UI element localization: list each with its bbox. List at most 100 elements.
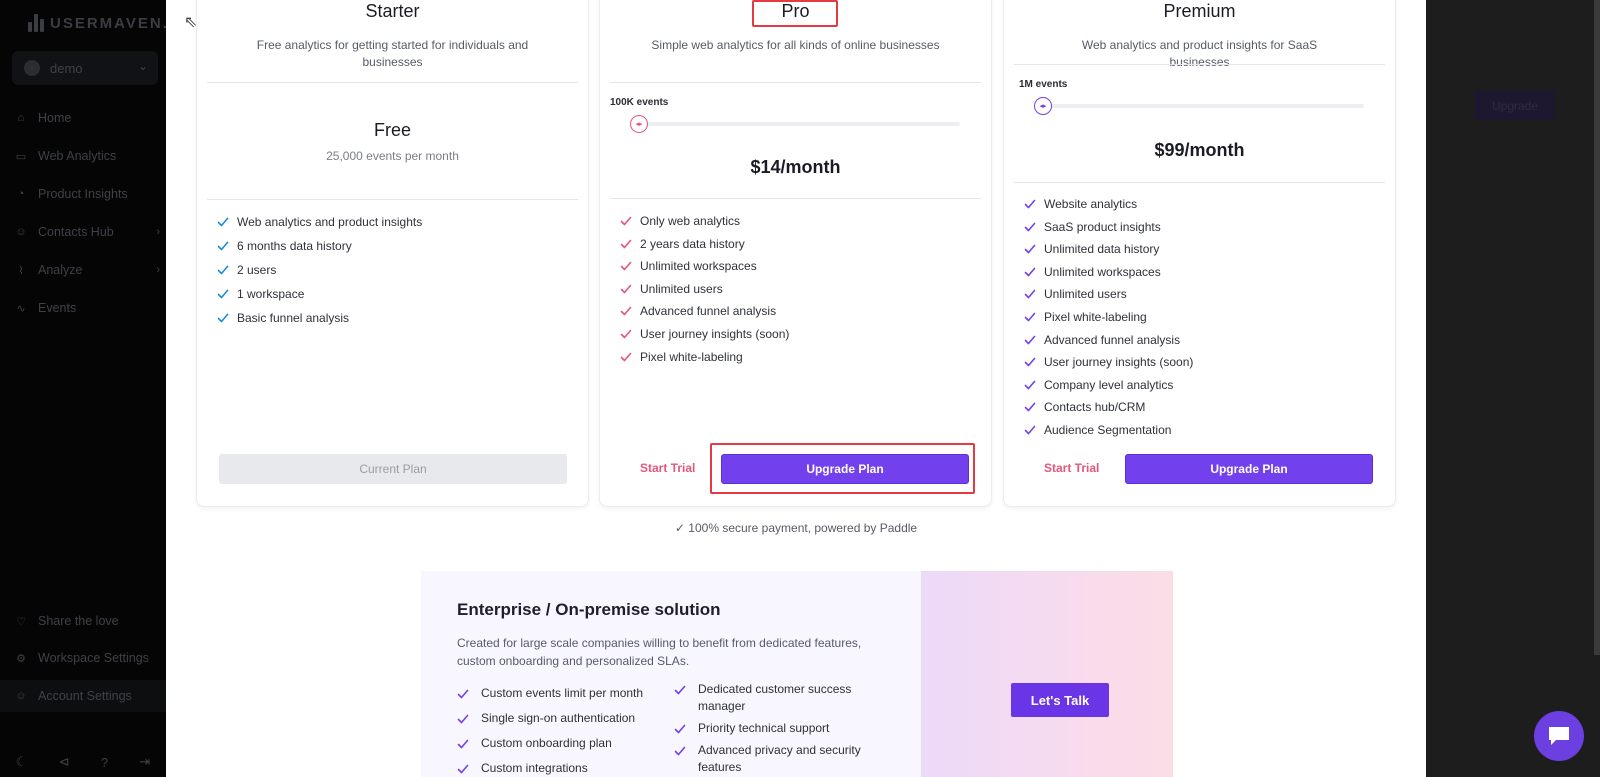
divider [207, 199, 578, 200]
feature-label: Unlimited workspaces [1044, 264, 1161, 279]
browser-icon: ▭ [15, 150, 27, 163]
sidebar-item-analyze[interactable]: ⌇ Analyze › [0, 254, 166, 286]
sidebar-item-account-settings[interactable]: ☺ Account Settings [0, 680, 166, 712]
upgrade-plan-button[interactable]: Upgrade Plan [1125, 454, 1373, 484]
events-label: 1M events [1019, 79, 1068, 90]
events-slider-thumb[interactable]: ◂▸ [1034, 97, 1052, 115]
feature-item: Basic funnel analysis [217, 311, 349, 325]
check-icon [1024, 379, 1036, 391]
feature-label: Unlimited data history [1044, 242, 1160, 257]
logo: USERMAVEN. [28, 14, 169, 32]
feature-item: Pixel white-labeling [620, 350, 743, 364]
home-icon: ⌂ [17, 112, 25, 124]
workspace-avatar [24, 60, 40, 76]
help-icon[interactable]: ? [101, 755, 108, 770]
feature-label: Website analytics [1044, 197, 1138, 211]
feature-label: Audience Segmentation [1044, 423, 1172, 437]
feature-label: Unlimited workspaces [640, 259, 757, 274]
check-icon [620, 260, 632, 272]
plan-events-note: 25,000 events per month [326, 149, 459, 163]
feature-label: 1 workspace [237, 287, 305, 301]
divider [1014, 182, 1385, 183]
sidebar-item-share-the-love[interactable]: ♡ Share the love [0, 605, 166, 637]
start-trial-link[interactable]: Start Trial [1044, 461, 1099, 475]
heart-icon: ♡ [16, 615, 26, 628]
check-icon [620, 328, 632, 340]
feature-label: User journey insights (soon) [640, 327, 790, 341]
check-icon [1024, 198, 1036, 210]
feature-label: SaaS product insights [1044, 219, 1161, 234]
feature-item: Web analytics and product insights [217, 215, 422, 229]
enterprise-title: Enterprise / On-premise solution [457, 600, 721, 619]
check-icon [674, 745, 686, 757]
sidebar-item-workspace-settings[interactable]: ⚙ Workspace Settings [0, 642, 166, 674]
events-slider-thumb[interactable]: ◂▸ [630, 115, 648, 133]
highlight-box-upgrade-button [710, 443, 975, 494]
divider [1014, 64, 1385, 65]
sidebar: USERMAVEN. demo ⌄ ⌂ Home ▭ Web Analytics… [0, 0, 169, 777]
check-icon [620, 351, 632, 363]
line-chart-icon: ⌇ [18, 264, 24, 277]
pricing-modal: Starter Free analytics for getting start… [166, 0, 1426, 777]
gear-icon: ⚙ [16, 652, 26, 665]
check-icon [1024, 401, 1036, 413]
plan-card-starter: Starter Free analytics for getting start… [196, 0, 589, 507]
check-icon [217, 240, 229, 252]
enterprise-gradient [921, 571, 1173, 777]
workspace-selector[interactable]: demo ⌄ [12, 51, 158, 85]
check-icon [620, 238, 632, 250]
sidebar-item-label: Analyze [38, 263, 83, 277]
check-icon [457, 738, 469, 750]
logout-icon[interactable]: ⇥ [139, 754, 150, 770]
feature-item: Only web analytics [620, 214, 740, 228]
sidebar-item-label: Workspace Settings [38, 651, 149, 665]
sidebar-item-label: Account Settings [38, 689, 132, 703]
start-trial-link[interactable]: Start Trial [640, 461, 695, 475]
events-label: 100K events [610, 97, 669, 108]
sidebar-item-events[interactable]: ∿ Events [0, 292, 166, 324]
divider [610, 198, 981, 199]
sidebar-item-product-insights[interactable]: ◔ Product Insights [0, 178, 166, 210]
moon-icon[interactable]: ☾ [16, 754, 28, 770]
feature-label: 6 months data history [237, 239, 352, 253]
feature-item: SaaS product insights [1024, 220, 1161, 234]
enterprise-description: Created for large scale companies willin… [457, 636, 862, 668]
sidebar-item-label: Share the love [38, 614, 119, 628]
sidebar-item-contacts-hub[interactable]: ☺ Contacts Hub › [0, 216, 166, 248]
feature-item: 1 workspace [217, 287, 304, 301]
divider [207, 82, 578, 83]
check-icon [1024, 334, 1036, 346]
events-slider-track[interactable] [630, 122, 960, 126]
user-icon: ☺ [15, 226, 27, 238]
chevron-right-icon: › [156, 264, 160, 276]
feature-label: Unlimited users [1044, 287, 1127, 302]
check-icon [1024, 243, 1036, 255]
events-slider-track[interactable] [1034, 104, 1364, 108]
logo-mark-icon [28, 14, 44, 32]
sidebar-item-label: Events [38, 301, 77, 315]
sidebar-item-web-analytics[interactable]: ▭ Web Analytics [0, 140, 166, 172]
feature-label: Pixel white-labeling [1044, 310, 1147, 324]
feature-item: Contacts hub/CRM [1024, 400, 1145, 414]
feature-item: User journey insights (soon) [620, 327, 789, 341]
sidebar-item-label: Home [38, 111, 72, 125]
plan-card-premium: Premium Web analytics and product insigh… [1003, 0, 1396, 507]
feature-item: User journey insights (soon) [1024, 355, 1193, 369]
feature-label: 2 years data history [640, 236, 745, 251]
plan-price: Free [373, 120, 411, 140]
feature-label: Contacts hub/CRM [1044, 400, 1146, 415]
scrollbar[interactable] [1594, 0, 1600, 655]
highlight-box-pro-title [752, 0, 838, 27]
enterprise-feature: Dedicated customer success manager [674, 681, 874, 715]
mouse-cursor-icon: ⇖ [184, 14, 198, 31]
chat-widget-button[interactable] [1534, 711, 1584, 761]
check-icon [620, 283, 632, 295]
check-icon: ✓ [674, 521, 685, 535]
megaphone-icon[interactable]: ⊲ [59, 754, 70, 770]
sidebar-footer: ☾ ⊲ ? ⇥ [0, 747, 166, 777]
sidebar-item-home[interactable]: ⌂ Home [0, 102, 166, 134]
current-plan-button[interactable]: Current Plan [219, 454, 567, 484]
lets-talk-button[interactable]: Let's Talk [1011, 683, 1109, 717]
feature-item: Company level analytics [1024, 378, 1173, 392]
feature-item: Audience Segmentation [1024, 423, 1171, 437]
